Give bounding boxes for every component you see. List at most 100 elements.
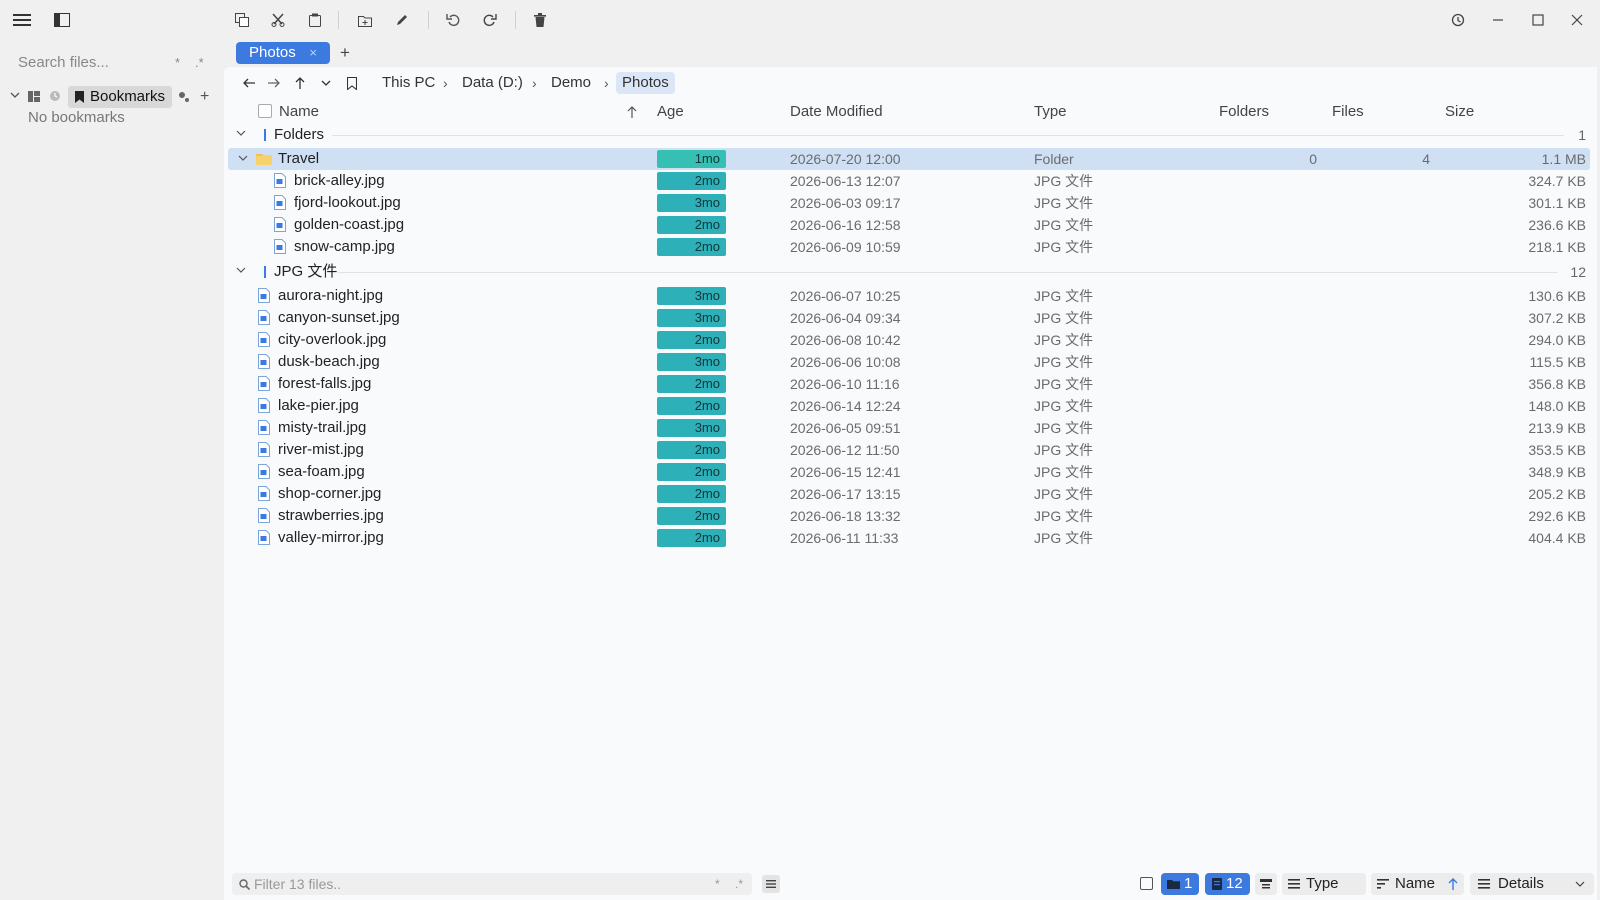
table-row[interactable]: snow-camp.jpg 2mo 2026-06-09 10:59 JPG 文件 21… [228,236,1590,258]
grid-view-icon[interactable] [28,91,40,102]
search-files-input[interactable]: Search files... * .* [8,50,214,76]
age-badge: 2mo [657,529,726,547]
date-modified: 2026-06-05 09:51 [790,420,901,436]
file-name: dusk-beach.jpg [278,353,380,370]
file-type: JPG 文件 [1034,530,1094,546]
table-row[interactable]: shop-corner.jpg 2mo 2026-06-17 13:15 JPG 文件… [228,483,1590,505]
new-folder-icon[interactable] [352,7,378,33]
tab-photos[interactable]: Photos × [236,42,330,64]
date-modified: 2026-06-03 09:17 [790,195,901,211]
add-sidebar-button[interactable]: + [200,86,209,108]
column-header-age[interactable]: Age [657,101,684,123]
sidebar-collapse-chevron-icon[interactable] [10,91,20,99]
group-header-folders[interactable]: Folders 1 [228,124,1590,146]
column-header-files[interactable]: Files [1332,101,1364,123]
group-header-jpg[interactable]: JPG 文件 12 [228,261,1590,283]
forward-arrow-icon[interactable] [261,70,287,96]
minimize-icon[interactable] [1485,7,1511,33]
table-row[interactable]: valley-mirror.jpg 2mo 2026-06-11 11:33 JPG … [228,527,1590,549]
undo-icon[interactable] [440,7,466,33]
table-row[interactable]: city-overlook.jpg 2mo 2026-06-08 10:42 JPG … [228,329,1590,351]
table-row[interactable]: fjord-lookout.jpg 3mo 2026-06-03 09:17 JPG … [228,192,1590,214]
search-files-placeholder: Search files... [18,54,109,71]
select-all-checkbox[interactable] [258,104,272,118]
hamburger-menu-icon[interactable] [9,7,35,33]
delete-trash-icon[interactable] [527,7,553,33]
filter-wildcard-toggle[interactable]: * [715,873,720,895]
bookmarks-tab[interactable]: Bookmarks [68,86,172,108]
file-name: river-mist.jpg [278,441,364,458]
up-arrow-icon[interactable] [287,70,313,96]
table-row[interactable]: misty-trail.jpg 3mo 2026-06-05 09:51 JPG 文件… [228,417,1590,439]
age-badge: 3mo [657,353,726,371]
file-count-badge[interactable]: 12 [1205,873,1250,895]
close-window-icon[interactable] [1564,7,1590,33]
column-header-folders[interactable]: Folders [1219,101,1269,123]
file-size: 218.1 KB [1528,239,1586,255]
column-header-type[interactable]: Type [1034,101,1067,123]
redo-icon[interactable] [477,7,503,33]
maximize-icon[interactable] [1525,7,1551,33]
age-badge: 2mo [657,216,726,234]
filter-options-menu-icon[interactable] [762,875,780,893]
bookmark-location-icon[interactable] [339,70,365,96]
table-row[interactable]: river-mist.jpg 2mo 2026-06-12 11:50 JPG 文件 3… [228,439,1590,461]
history-icon[interactable] [1445,7,1471,33]
file-name: aurora-night.jpg [278,287,384,304]
group-collapse-chevron-icon [236,130,246,136]
paste-icon[interactable] [302,7,328,33]
group-toggle-icon[interactable] [1255,873,1277,895]
new-tab-button[interactable]: + [340,42,350,64]
rename-pencil-icon[interactable] [389,7,415,33]
add-bookmark-settings-icon[interactable] [178,91,190,103]
file-size: 307.2 KB [1528,310,1586,326]
toggle-sidebar-icon[interactable] [49,7,75,33]
selection-mode-checkbox[interactable] [1140,877,1153,890]
tab-close-icon[interactable]: × [309,42,317,64]
table-row[interactable]: golden-coast.jpg 2mo 2026-06-16 12:58 JPG 文… [228,214,1590,236]
date-modified: 2026-06-04 09:34 [790,310,901,326]
breadcrumb-data-drive[interactable]: Data (D:) [462,72,523,94]
cut-icon[interactable] [265,7,291,33]
view-details-list-icon [1478,879,1490,889]
table-row[interactable]: dusk-beach.jpg 3mo 2026-06-06 10:08 JPG 文件 1… [228,351,1590,373]
filter-regex-toggle[interactable]: .* [735,873,743,895]
table-row[interactable]: forest-falls.jpg 2mo 2026-06-10 11:16 JPG 文… [228,373,1590,395]
table-row[interactable]: canyon-sunset.jpg 3mo 2026-06-04 09:34 JPG … [228,307,1590,329]
table-row[interactable]: aurora-night.jpg 3mo 2026-06-07 10:25 JPG 文… [228,285,1590,307]
group-by-dropdown[interactable]: Type [1282,873,1366,895]
history-dropdown-chevron-icon[interactable] [313,70,339,96]
regex-toggle[interactable]: .* [195,50,204,76]
wildcard-toggle[interactable]: * [175,50,180,76]
breadcrumb-this-pc[interactable]: This PC [382,72,435,94]
copy-icon[interactable] [229,7,255,33]
table-row[interactable]: strawberries.jpg 2mo 2026-06-18 13:32 JPG 文… [228,505,1590,527]
table-row-folder-travel[interactable]: Travel 1mo 2026-07-20 12:00 Folder 0 4 1… [228,148,1590,170]
recent-clock-icon[interactable] [49,90,61,102]
table-row[interactable]: brick-alley.jpg 2mo 2026-06-13 12:07 JPG 文件… [228,170,1590,192]
column-header-date-modified[interactable]: Date Modified [790,101,883,123]
column-header-size[interactable]: Size [1445,101,1474,123]
jpg-file-icon [258,486,270,501]
jpg-file-icon [258,288,270,303]
back-arrow-icon[interactable] [236,70,262,96]
view-mode-dropdown[interactable]: Details [1470,873,1594,895]
breadcrumb-separator: › [604,75,609,91]
file-size: 1.1 MB [1541,151,1586,167]
filter-files-input[interactable]: Filter 13 files.. * .* [232,873,752,895]
file-size: 292.6 KB [1528,508,1586,524]
sort-by-dropdown[interactable]: Name [1371,873,1464,895]
table-row[interactable]: lake-pier.jpg 2mo 2026-06-14 12:24 JPG 文件 14… [228,395,1590,417]
file-type: JPG 文件 [1034,173,1094,189]
column-header-name[interactable]: Name [279,101,319,123]
file-size: 148.0 KB [1528,398,1586,414]
jpg-file-icon [258,442,270,457]
breadcrumb-photos[interactable]: Photos [616,72,675,94]
sort-ascending-arrow-icon[interactable] [627,106,637,118]
breadcrumb-demo[interactable]: Demo [551,72,591,94]
jpg-file-icon [258,508,270,523]
table-row[interactable]: sea-foam.jpg 2mo 2026-06-15 12:41 JPG 文件 348… [228,461,1590,483]
folder-count-value: 1 [1184,875,1193,892]
date-modified: 2026-06-15 12:41 [790,464,901,480]
folder-count-badge[interactable]: 1 [1161,873,1199,895]
